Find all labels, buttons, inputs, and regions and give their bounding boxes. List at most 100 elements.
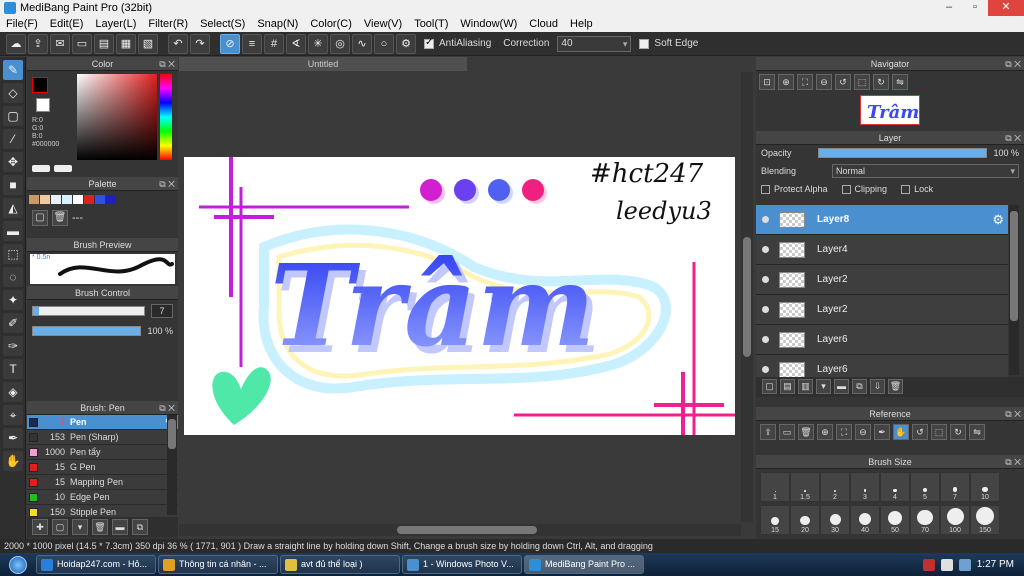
clipping-option[interactable]: Clipping [841, 184, 887, 195]
brush-size-cell[interactable]: 1.5 [790, 472, 820, 502]
brush-size-cell[interactable]: 30 [820, 505, 850, 535]
palette-swatch[interactable] [73, 195, 83, 204]
new-palette-icon[interactable]: ▢ [32, 210, 48, 226]
fit-window-icon[interactable]: ⛶ [797, 74, 813, 90]
start-button[interactable] [0, 554, 36, 576]
ref-delete-icon[interactable]: 🗑 [798, 424, 814, 440]
tray-app-icon[interactable] [922, 558, 935, 571]
menu-help[interactable]: Help [564, 16, 599, 32]
bucket-tool-icon[interactable]: ◭ [3, 198, 23, 218]
tray-network-icon[interactable] [958, 558, 971, 571]
brush-size-value[interactable]: 7 [151, 304, 173, 318]
panel-close-icon[interactable]: ⧉ ✕ [159, 57, 175, 71]
visibility-eye-icon[interactable] [762, 306, 769, 313]
brush-size-cell[interactable]: 10 [970, 472, 1000, 502]
brush-item[interactable]: 153 Pen (Sharp) [27, 430, 178, 445]
new-brush-icon[interactable]: ▢ [52, 519, 68, 535]
brush-tool-icon[interactable]: ✎ [3, 60, 23, 80]
taskbar-task[interactable]: Thông tin cá nhân - ... [158, 555, 278, 574]
protect-alpha-checkbox[interactable] [761, 185, 770, 195]
blur-tool-icon[interactable]: ⁄ [3, 129, 23, 149]
new-layer-icon[interactable]: ▢ [762, 379, 777, 394]
rotate-right-icon[interactable]: ↻ [873, 74, 889, 90]
brush-folder-icon[interactable]: ▬ [112, 519, 128, 535]
menu-color[interactable]: Color(C) [304, 16, 358, 32]
eraser-tool-icon[interactable]: ◇ [3, 83, 23, 103]
ref-rotate-left-icon[interactable]: ↺ [912, 424, 928, 440]
brush-size-cell[interactable]: 4 [880, 472, 910, 502]
palette-swatch[interactable] [51, 195, 61, 204]
brush-size-cell[interactable]: 15 [760, 505, 790, 535]
layer-item[interactable]: Layer8 ⚙ [756, 205, 1008, 235]
pen-tool-icon[interactable]: ✒ [3, 428, 23, 448]
menu-file[interactable]: File(F) [0, 16, 44, 32]
add-brush-icon[interactable]: ✚ [32, 519, 48, 535]
palette-swatch[interactable] [40, 195, 50, 204]
ref-flip-icon[interactable]: ⇋ [969, 424, 985, 440]
brush-item[interactable]: 1000 Pen tẩy [27, 445, 178, 460]
minimize-button[interactable]: – [936, 0, 962, 16]
gear-icon[interactable]: ⚙ [992, 212, 1004, 228]
undo-icon[interactable]: ↶ [168, 33, 188, 54]
delete-layer-icon[interactable]: 🗑 [888, 379, 903, 394]
snap-curve-icon[interactable]: ∿ [352, 33, 372, 54]
ref-zoom-in-icon[interactable]: ⊕ [817, 424, 833, 440]
brush-item[interactable]: 15 Mapping Pen [27, 475, 178, 490]
menu-edit[interactable]: Edit(E) [44, 16, 90, 32]
drawing-canvas[interactable]: Trâm Trâm #hct247 leedyu3 [184, 157, 735, 435]
brush-size-cell[interactable]: 100 [940, 505, 970, 535]
document-tab[interactable]: Untitled [179, 57, 467, 71]
antialiasing-checkbox[interactable] [424, 37, 434, 49]
ref-fit-icon[interactable]: ⛶ [836, 424, 852, 440]
palette-swatch[interactable] [95, 195, 105, 204]
menu-filter[interactable]: Filter(R) [142, 16, 194, 32]
duplicate-layer-icon[interactable]: ⧉ [852, 379, 867, 394]
brush-size-cell[interactable]: 40 [850, 505, 880, 535]
layer-folder-icon[interactable]: ▬ [834, 379, 849, 394]
snap-radial-icon[interactable]: ✳ [308, 33, 328, 54]
brush-menu-icon[interactable]: ▾ [72, 519, 88, 535]
new-8bit-layer-icon[interactable]: ▥ [798, 379, 813, 394]
snap-grid-icon[interactable]: # [264, 33, 284, 54]
palette-swatch[interactable] [29, 195, 39, 204]
brush-item[interactable]: 7Pen⚙ [27, 415, 178, 430]
rotate-left-icon[interactable]: ↺ [835, 74, 851, 90]
soft-edge-checkbox[interactable] [639, 38, 650, 49]
saturation-value-picker[interactable] [77, 74, 157, 160]
hue-slider[interactable] [160, 74, 172, 160]
zoom-out-icon[interactable]: ⊖ [816, 74, 832, 90]
ref-open-icon[interactable]: ▭ [779, 424, 795, 440]
menu-snap[interactable]: Snap(N) [251, 16, 304, 32]
canvas-vertical-scrollbar[interactable] [741, 72, 753, 522]
visibility-eye-icon[interactable] [762, 366, 769, 373]
brush-size-cell[interactable]: 2 [820, 472, 850, 502]
delete-brush-icon[interactable]: 🗑 [92, 519, 108, 535]
delete-palette-icon[interactable]: 🗑 [52, 210, 68, 226]
snap-off-icon[interactable]: ⊘ [220, 33, 240, 54]
lock-checkbox[interactable] [901, 185, 911, 195]
text-tool-icon[interactable]: T [3, 359, 23, 379]
move-tool-icon[interactable]: ✥ [3, 152, 23, 172]
close-button[interactable]: ✕ [988, 0, 1024, 16]
menu-tool[interactable]: Tool(T) [408, 16, 454, 32]
hand-tool-icon[interactable]: ✋ [3, 451, 23, 471]
eyedropper-tool-icon[interactable]: ⌖ [3, 405, 23, 425]
clipping-checkbox[interactable] [841, 185, 851, 195]
menu-cloud[interactable]: Cloud [523, 16, 564, 32]
select-eraser-tool-icon[interactable]: ✑ [3, 336, 23, 356]
layer-item[interactable]: Layer2 [756, 265, 1008, 295]
merge-layer-icon[interactable]: ⇩ [870, 379, 885, 394]
panel-close-icon[interactable]: ⧉ ✕ [159, 401, 175, 415]
brush-size-cell[interactable]: 20 [790, 505, 820, 535]
correction-select[interactable]: 40 [557, 35, 632, 52]
brush-size-slider[interactable] [32, 306, 145, 316]
lasso-tool-icon[interactable]: ◌ [3, 267, 23, 287]
cloud-icon[interactable]: ☁ [6, 33, 26, 54]
panel-close-icon[interactable]: ⧉ ✕ [1005, 455, 1021, 469]
layer-item[interactable]: Layer4 [756, 235, 1008, 265]
material-icon[interactable]: ▧ [138, 33, 158, 54]
foreground-color-swatch[interactable] [32, 77, 48, 93]
magic-wand-tool-icon[interactable]: ✦ [3, 290, 23, 310]
fill-tool-icon[interactable]: ■ [3, 175, 23, 195]
snap-vanishing-icon[interactable]: ∢ [286, 33, 306, 54]
